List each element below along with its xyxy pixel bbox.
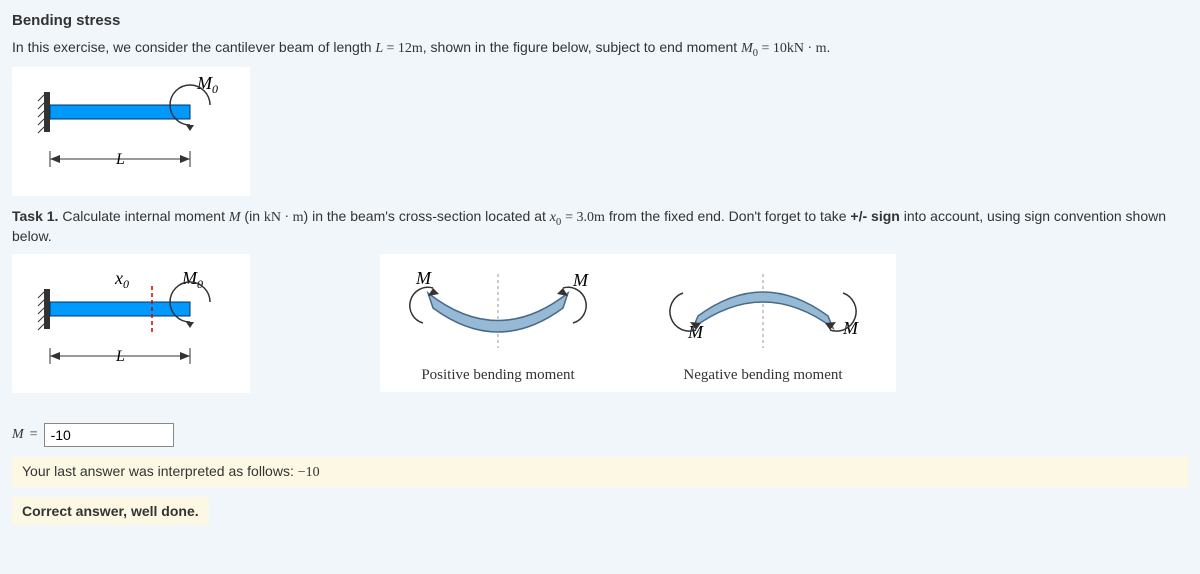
cantilever-diagram: M0 L	[22, 77, 232, 187]
text: ) in the beam's cross-section located at	[304, 208, 550, 224]
unit: kN · m	[264, 210, 304, 225]
negative-moment-icon: M M	[648, 268, 878, 358]
exercise-description: In this exercise, we consider the cantil…	[12, 39, 1188, 59]
M0-expression: M0 = 10kN · m	[741, 41, 826, 56]
figure-row: x0 M0 L	[12, 254, 1188, 405]
interpretation-value: −10	[298, 465, 320, 480]
positive-caption: Positive bending moment	[398, 367, 598, 384]
interpretation-prefix: Your last answer was interpreted as foll…	[22, 463, 298, 479]
svg-text:L: L	[115, 348, 125, 365]
feedback-box: Correct answer, well done.	[12, 497, 209, 525]
text: Calculate internal moment	[58, 208, 228, 224]
positive-moment-icon: M M	[398, 268, 598, 358]
M-symbol: M	[229, 210, 241, 225]
M-symbol: M	[12, 427, 24, 443]
equals-sign: =	[30, 427, 38, 443]
section-diagram: x0 M0 L	[22, 264, 232, 384]
svg-text:M0: M0	[181, 268, 203, 291]
text: .	[827, 39, 831, 55]
svg-text:M: M	[415, 268, 432, 288]
sign-note: +/- sign	[850, 208, 899, 224]
svg-text:x0: x0	[114, 268, 129, 291]
svg-text:M: M	[572, 270, 589, 290]
answer-input[interactable]	[44, 423, 174, 447]
figure-cantilever-main: M0 L	[12, 67, 250, 196]
interpretation-box: Your last answer was interpreted as foll…	[12, 457, 1188, 487]
text: , shown in the figure below, subject to …	[423, 39, 741, 55]
negative-caption: Negative bending moment	[648, 367, 878, 384]
sign-convention-figure: M M Positive bending moment M M	[380, 254, 896, 392]
svg-text:L: L	[115, 151, 125, 168]
svg-text:M: M	[842, 318, 859, 338]
task1-description: Task 1. Calculate internal moment M (in …	[12, 208, 1188, 244]
text: In this exercise, we consider the cantil…	[12, 39, 375, 55]
answer-row: M =	[12, 423, 1188, 447]
task-label: Task 1.	[12, 208, 58, 224]
section-title: Bending stress	[12, 12, 1188, 29]
negative-moment: M M Negative bending moment	[648, 268, 878, 384]
x0-expression: x0 = 3.0m	[550, 208, 605, 224]
text: (in	[241, 208, 264, 224]
figure-cantilever-section: x0 M0 L	[12, 254, 250, 393]
L-expression: L = 12m	[375, 41, 422, 56]
text: from the fixed end. Don't forget to take	[605, 208, 850, 224]
positive-moment: M M Positive bending moment	[398, 268, 598, 384]
